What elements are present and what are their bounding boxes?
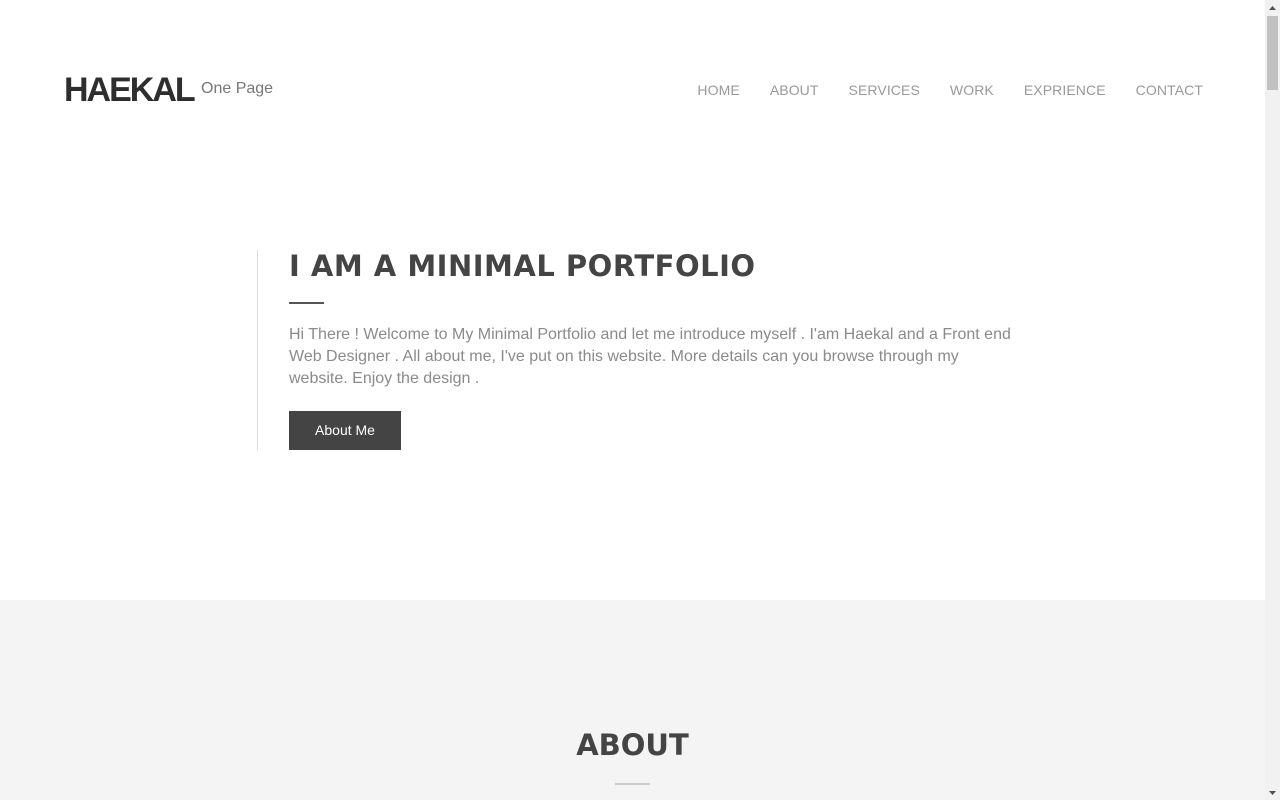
nav-item-work[interactable]: WORK — [950, 81, 994, 99]
page: HAEKAL One Page HOME ABOUT SERVICES WORK… — [0, 0, 1265, 800]
hero-title: I AM A MINIMAL PORTFOLIO — [289, 249, 756, 283]
triangle-up-icon — [1269, 5, 1276, 10]
hero-vertical-divider — [257, 250, 258, 450]
hero-section: I AM A MINIMAL PORTFOLIO Hi There ! Welc… — [0, 180, 1265, 600]
site-header: HAEKAL One Page HOME ABOUT SERVICES WORK… — [0, 0, 1265, 180]
scroll-down-button[interactable] — [1265, 785, 1280, 800]
scroll-up-button[interactable] — [1265, 0, 1280, 15]
about-me-button[interactable]: About Me — [289, 411, 401, 450]
nav-item-exprience[interactable]: EXPRIENCE — [1024, 81, 1106, 99]
about-section: ABOUT — [0, 600, 1265, 800]
hero-intro-text: Hi There ! Welcome to My Minimal Portfol… — [289, 326, 1011, 387]
nav-item-about[interactable]: ABOUT — [770, 81, 819, 99]
nav-item-home[interactable]: HOME — [697, 81, 739, 99]
nav-item-contact[interactable]: CONTACT — [1136, 81, 1203, 99]
triangle-down-icon — [1269, 790, 1276, 795]
site-tagline: One Page — [201, 80, 274, 97]
main-nav: HOME ABOUT SERVICES WORK EXPRIENCE CONTA… — [667, 81, 1203, 99]
hero-title-underline — [289, 302, 324, 304]
about-title-underline — [615, 783, 650, 785]
site-logo[interactable]: HAEKAL — [64, 70, 196, 110]
about-title: ABOUT — [576, 728, 689, 762]
vertical-scrollbar[interactable] — [1265, 0, 1280, 800]
nav-item-services[interactable]: SERVICES — [849, 81, 920, 99]
scrollbar-thumb[interactable] — [1267, 16, 1278, 90]
